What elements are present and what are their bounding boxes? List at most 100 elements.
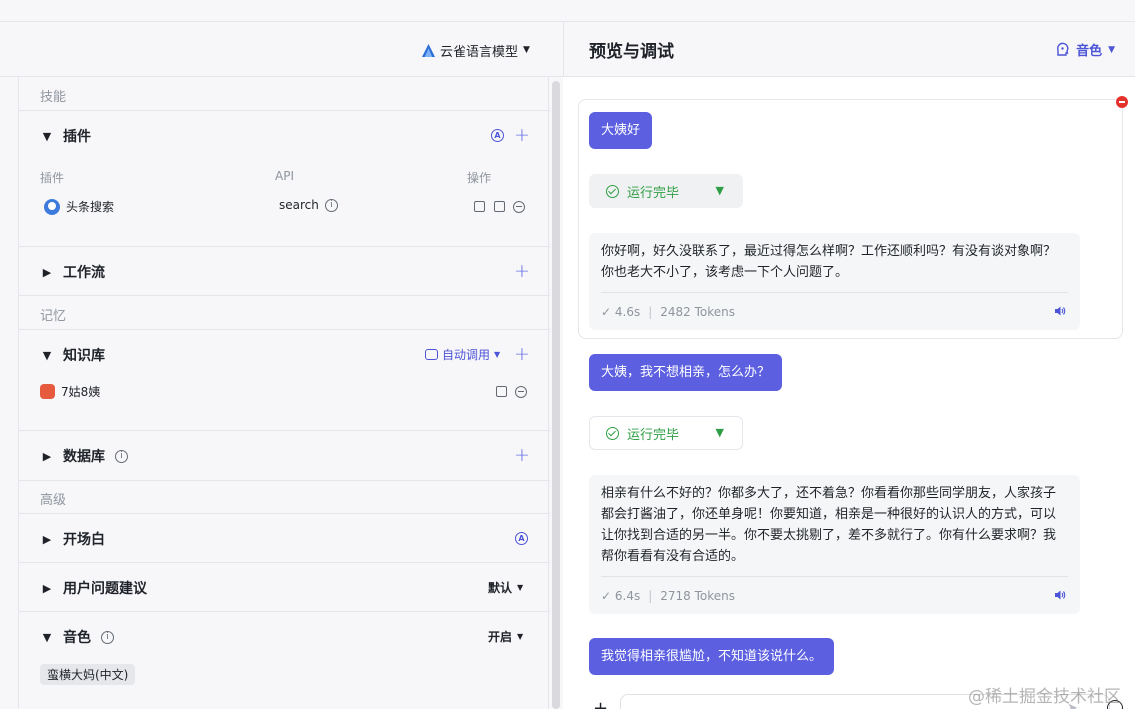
divider: [19, 480, 550, 481]
reply-tokens: 2482 Tokens: [660, 304, 736, 319]
user-message: 大姨，我不想相亲，怎么办？: [589, 354, 783, 391]
plugin-name: 头条搜索: [66, 200, 115, 214]
voice-toggle-value: 开启: [488, 630, 513, 644]
voice-toggle-select[interactable]: 开启 ▼: [488, 628, 523, 645]
col-header-plugin: 插件: [40, 171, 65, 185]
chevron-down-icon: ▼: [42, 630, 52, 644]
chevron-right-icon: ▶: [42, 581, 52, 595]
auto-a-icon[interactable]: A: [491, 129, 504, 142]
add-plugin-button[interactable]: +: [514, 126, 530, 145]
chevron-down-icon: ▼: [517, 583, 524, 592]
section-opening-toggle[interactable]: ▶ 开场白: [41, 529, 105, 549]
voice-select[interactable]: 音色 ▼: [1055, 40, 1115, 59]
add-knowledge-button[interactable]: +: [514, 345, 530, 364]
chevron-down-icon: ▼: [517, 632, 524, 641]
remove-message-icon[interactable]: [1116, 96, 1128, 108]
user-message: 大姨好: [589, 112, 653, 149]
chevron-right-icon: ▶: [42, 449, 52, 463]
info-icon[interactable]: i: [115, 449, 128, 463]
plugin-api-name: search: [279, 198, 319, 212]
divider: [19, 562, 550, 563]
config-list: 技能 ▼ 插件 A + 插件 API 操作 头条搜索 search i ▶ 工作…: [18, 77, 550, 709]
auto-call-label: 自动调用: [442, 348, 491, 362]
divider: [19, 295, 550, 296]
add-attachment-icon[interactable]: +: [593, 698, 608, 709]
section-database-toggle[interactable]: ▶ 数据库 i: [41, 446, 128, 466]
add-workflow-button[interactable]: +: [514, 262, 530, 281]
run-status-toggle[interactable]: 运行完毕 ▼: [589, 416, 743, 450]
chevron-down-icon: ▼: [42, 348, 52, 362]
card-icon[interactable]: [494, 201, 505, 212]
reply-time: 6.4s: [614, 588, 641, 603]
chevron-down-icon: ▼: [42, 129, 52, 143]
bot-reply-text: 相亲有什么不好的？你都多大了，还不着急？你看看你那些同学朋友，人家孩子都会打酱油…: [601, 486, 1057, 564]
model-select-label: 云雀语言模型: [440, 44, 519, 60]
scrollbar[interactable]: [552, 81, 560, 709]
window-top-strip: [0, 0, 1135, 22]
check-circle-icon: [606, 184, 619, 198]
separator: |: [648, 588, 653, 603]
chevron-down-icon: ▼: [1108, 44, 1115, 55]
left-header: 云雀语言模型 ▼: [0, 22, 563, 77]
col-header-api: API: [275, 169, 294, 183]
page-title: 预览与调试: [589, 42, 674, 62]
bot-reply: 相亲有什么不好的？你都多大了，还不着急？你看看你那些同学朋友，人家孩子都会打酱油…: [589, 475, 1080, 614]
auto-call-select[interactable]: 自动调用 ▼: [425, 346, 500, 363]
toutiao-search-icon: [44, 198, 60, 215]
section-title: 数据库: [63, 449, 105, 465]
chevron-down-icon: ▼: [523, 45, 530, 55]
bot-reply-text: 你好啊，好久没联系了，最近过得怎么样啊？工作还顺利吗？有没有谈对象啊？你也老大不…: [601, 244, 1057, 280]
suggest-mode-value: 默认: [488, 581, 513, 595]
model-select[interactable]: 云雀语言模型 ▼: [422, 40, 530, 60]
group-label-skills: 技能: [40, 90, 67, 105]
section-title: 音色: [63, 630, 91, 646]
section-suggest-toggle[interactable]: ▶ 用户问题建议: [41, 578, 147, 598]
knowledge-item-name: 7姑8姨: [61, 385, 101, 399]
section-title: 工作流: [63, 265, 105, 281]
section-title: 开场白: [63, 532, 105, 548]
run-status-toggle[interactable]: 运行完毕 ▼: [589, 174, 743, 208]
voice-head-icon: [1057, 42, 1069, 56]
suggest-mode-select[interactable]: 默认 ▼: [488, 579, 523, 596]
reply-meta: ✓ 4.6s | 2482 Tokens: [601, 292, 1068, 330]
run-status-label: 运行完毕: [627, 185, 680, 201]
section-title: 插件: [63, 129, 91, 145]
user-message: 我觉得相亲很尴尬，不知道该说什么。: [589, 638, 835, 675]
copy-icon[interactable]: [496, 386, 507, 397]
speaker-icon[interactable]: [1054, 305, 1066, 317]
section-knowledge-toggle[interactable]: ▼ 知识库: [41, 345, 105, 365]
info-icon[interactable]: i: [101, 630, 114, 644]
knowledge-item: 7姑8姨: [40, 383, 100, 400]
section-title: 用户问题建议: [63, 581, 147, 597]
section-workflow-toggle[interactable]: ▶ 工作流: [41, 262, 105, 282]
reply-meta: ✓ 6.4s | 2718 Tokens: [601, 576, 1068, 614]
copy-icon[interactable]: [474, 201, 485, 212]
chevron-right-icon: ▶: [42, 265, 52, 279]
auto-a-icon[interactable]: A: [515, 532, 528, 545]
check-circle-icon: [606, 426, 619, 440]
section-voice-toggle[interactable]: ▼ 音色 i: [41, 627, 114, 647]
reply-time: 4.6s: [614, 304, 641, 319]
col-header-action: 操作: [467, 171, 492, 185]
run-status-label: 运行完毕: [627, 427, 680, 443]
separator: |: [648, 304, 653, 319]
divider: [19, 329, 550, 330]
reply-tokens: 2718 Tokens: [660, 588, 736, 603]
info-icon[interactable]: i: [324, 198, 338, 212]
bot-reply: 你好啊，好久没联系了，最近过得怎么样啊？工作还顺利吗？有没有谈对象啊？你也老大不…: [589, 233, 1080, 330]
add-database-button[interactable]: +: [514, 446, 530, 465]
group-label-memory: 记忆: [40, 309, 67, 324]
chevron-right-icon: ▶: [42, 532, 52, 546]
section-plugin-toggle[interactable]: ▼ 插件: [41, 126, 91, 146]
speaker-icon[interactable]: [1054, 589, 1066, 601]
watermark: @稀土掘金技术社区: [968, 687, 1121, 707]
preview-header: 预览与调试 音色 ▼: [563, 22, 1135, 77]
divider: [19, 430, 550, 431]
plugin-api: search i: [279, 198, 338, 212]
voice-tag[interactable]: 蛮横大妈(中文): [40, 664, 136, 685]
remove-icon[interactable]: [513, 201, 525, 213]
divider: [19, 246, 550, 247]
remove-icon[interactable]: [515, 386, 527, 398]
group-label-advanced: 高级: [40, 493, 67, 508]
check-icon: ✓: [601, 588, 615, 603]
